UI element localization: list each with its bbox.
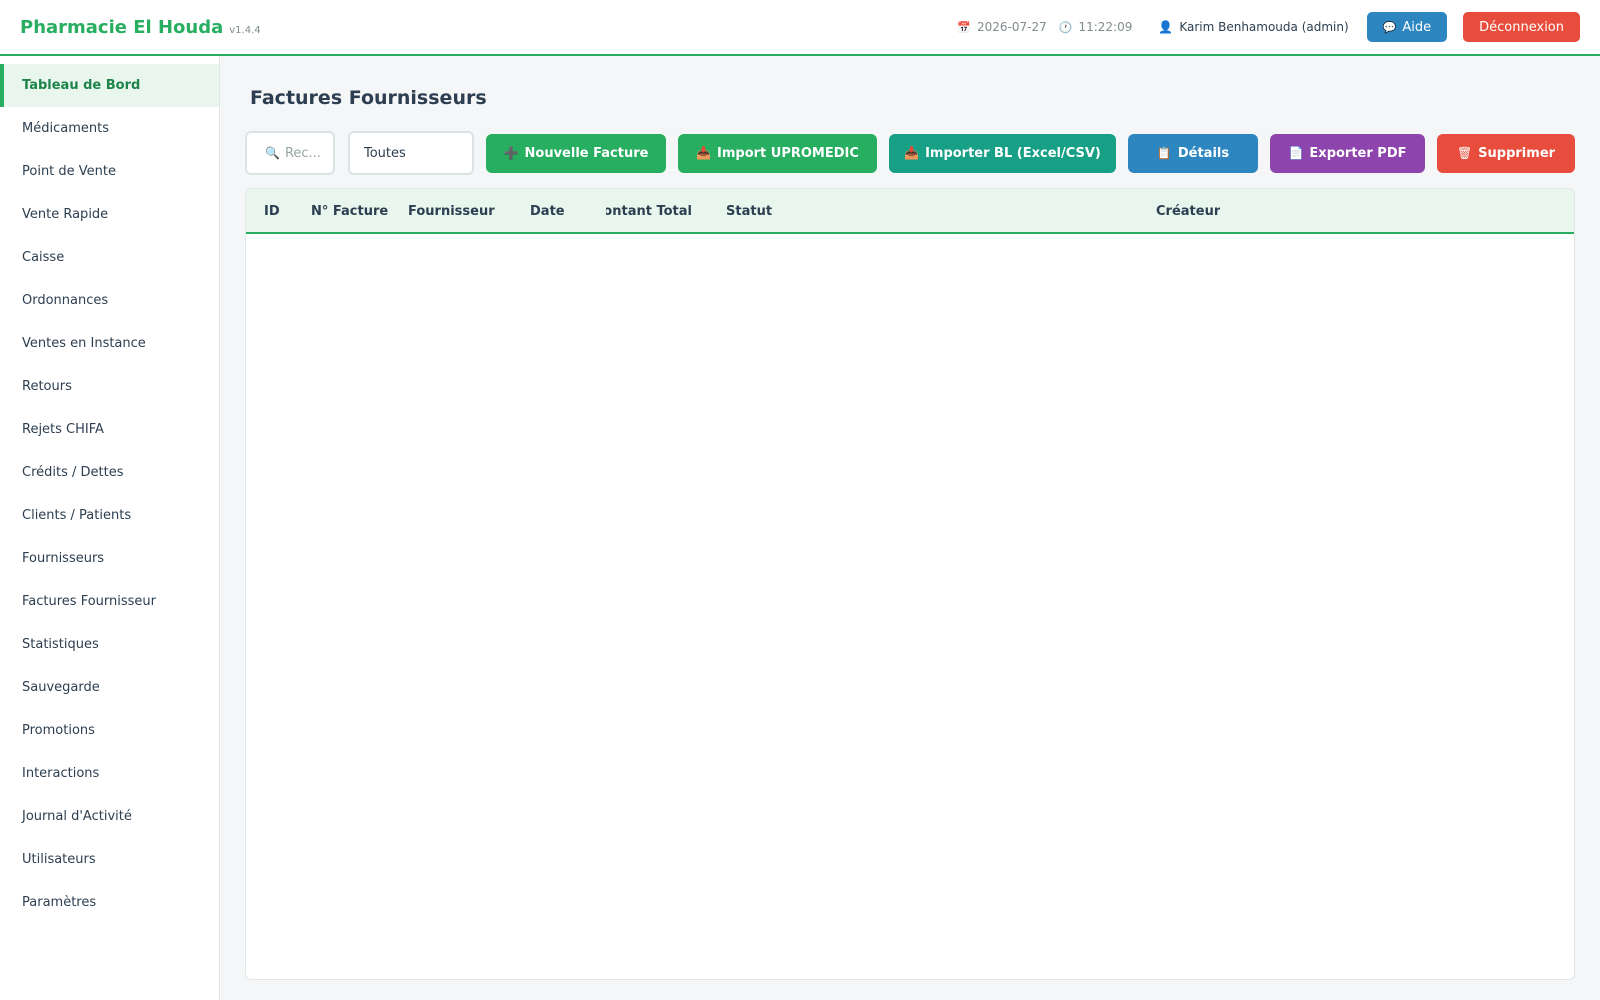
import-upromedic-button[interactable]: 📥 Import UPROMEDIC xyxy=(678,133,877,173)
current-user: 👤 Karim Benhamouda (admin) xyxy=(1158,20,1348,34)
details-label: Détails xyxy=(1177,145,1230,161)
sidebar-item-vente-rapide[interactable]: Vente Rapide xyxy=(0,193,219,236)
inbox-tray-icon: 📥 xyxy=(904,146,920,160)
sidebar-item-rejets-chifa[interactable]: Rejets CHIFA xyxy=(0,408,219,451)
speech-bubble-icon: 💬 xyxy=(1382,20,1397,34)
sidebar-item-label: Médicaments xyxy=(22,121,109,136)
sidebar-item-label: Fournisseurs xyxy=(22,551,105,566)
sidebar-item-label: Point de Vente xyxy=(22,164,117,179)
calendar-icon: 📅 xyxy=(957,20,971,34)
wastebasket-icon: 🗑 xyxy=(1456,146,1473,160)
search-field[interactable]: 🔍 xyxy=(245,131,335,175)
magnifier-icon: 🔍 xyxy=(265,146,280,160)
sidebar-item-label: Vente Rapide xyxy=(22,207,109,222)
export-pdf-button[interactable]: 📄 Exporter PDF xyxy=(1270,133,1425,173)
sidebar-item-fournisseurs[interactable]: Fournisseurs xyxy=(0,537,219,580)
sidebar-item-label: Caisse xyxy=(22,250,65,265)
sidebar-item-label: Retours xyxy=(22,379,72,394)
filter-value: Toutes xyxy=(364,145,406,161)
sidebar-item-medicaments[interactable]: Médicaments xyxy=(0,107,219,150)
sidebar-item-label: Statistiques xyxy=(22,637,99,652)
sidebar-item-label: Journal d'Activité xyxy=(22,809,132,824)
invoices-table: ID N° Facture Fournisseur Date Montant T… xyxy=(245,188,1575,980)
help-label: Aide xyxy=(1402,19,1432,35)
page-title: Factures Fournisseurs xyxy=(250,87,487,109)
export-pdf-label: Exporter PDF xyxy=(1309,145,1407,161)
time-display: 🕐 11:22:09 xyxy=(1059,20,1133,34)
sidebar-item-promotions[interactable]: Promotions xyxy=(0,709,219,752)
import-bl-button[interactable]: 📥 Importer BL (Excel/CSV) xyxy=(889,133,1116,173)
plus-icon: ➕ xyxy=(503,146,519,160)
import-bl-label: Importer BL (Excel/CSV) xyxy=(925,145,1101,161)
clock-icon: 🕐 xyxy=(1058,20,1073,34)
status-filter-select[interactable]: Toutes xyxy=(348,131,474,175)
sidebar-item-caisse[interactable]: Caisse xyxy=(0,236,219,279)
sidebar-item-label: Crédits / Dettes xyxy=(22,465,124,480)
column-header-invoice-number[interactable]: N° Facture xyxy=(311,204,388,219)
sidebar-item-factures-fournisseur[interactable]: Factures Fournisseur xyxy=(0,580,219,623)
sidebar-item-label: Promotions xyxy=(22,723,95,738)
app-name: Pharmacie El Houda xyxy=(20,16,224,38)
sidebar-item-ordonnances[interactable]: Ordonnances xyxy=(0,279,219,322)
new-invoice-button[interactable]: ➕ Nouvelle Facture xyxy=(486,133,666,173)
sidebar-item-sauvegarde[interactable]: Sauvegarde xyxy=(0,666,219,709)
import-upromedic-label: Import UPROMEDIC xyxy=(717,145,859,161)
current-date: 2026-07-27 xyxy=(977,20,1047,34)
logout-label: Déconnexion xyxy=(1479,19,1564,35)
header-right: 📅 2026-07-27 🕐 11:22:09 👤 Karim Benhamou… xyxy=(957,12,1580,42)
sidebar-item-label: Utilisateurs xyxy=(22,852,96,867)
inbox-tray-icon: 📥 xyxy=(696,146,712,160)
date-display: 📅 2026-07-27 xyxy=(957,20,1046,34)
sidebar-item-utilisateurs[interactable]: Utilisateurs xyxy=(0,838,219,881)
clipboard-icon: 📋 xyxy=(1156,146,1172,160)
sidebar-item-label: Sauvegarde xyxy=(22,680,100,695)
sidebar-item-label: Clients / Patients xyxy=(22,508,132,523)
brand: Pharmacie El Houda v1.4.4 xyxy=(20,17,261,38)
sidebar-item-ventes-en-instance[interactable]: Ventes en Instance xyxy=(0,322,219,365)
sidebar-item-parametres[interactable]: Paramètres xyxy=(0,881,219,924)
column-header-status[interactable]: Statut xyxy=(726,204,772,219)
column-header-date[interactable]: Date xyxy=(530,204,565,219)
column-header-creator[interactable]: Créateur xyxy=(1156,204,1220,219)
sidebar-item-label: Tableau de Bord xyxy=(22,78,141,93)
delete-button[interactable]: 🗑 Supprimer xyxy=(1437,133,1575,173)
top-header: Pharmacie El Houda v1.4.4 📅 2026-07-27 🕐… xyxy=(0,0,1600,56)
sidebar-item-tableau-de-bord[interactable]: Tableau de Bord xyxy=(0,64,219,107)
sidebar: Tableau de Bord Médicaments Point de Ven… xyxy=(0,56,220,1000)
delete-label: Supprimer xyxy=(1478,145,1556,161)
document-icon: 📄 xyxy=(1288,146,1304,160)
sidebar-item-statistiques[interactable]: Statistiques xyxy=(0,623,219,666)
sidebar-item-label: Ventes en Instance xyxy=(22,336,146,351)
sidebar-item-label: Factures Fournisseur xyxy=(22,594,156,609)
sidebar-item-retours[interactable]: Retours xyxy=(0,365,219,408)
logout-button[interactable]: Déconnexion xyxy=(1463,12,1580,42)
sidebar-item-credits-dettes[interactable]: Crédits / Dettes xyxy=(0,451,219,494)
new-invoice-label: Nouvelle Facture xyxy=(524,145,649,161)
sidebar-item-journal-activite[interactable]: Journal d'Activité xyxy=(0,795,219,838)
sidebar-item-label: Rejets CHIFA xyxy=(22,422,104,437)
user-icon: 👤 xyxy=(1158,20,1174,34)
search-input[interactable] xyxy=(284,145,335,161)
table-header: ID N° Facture Fournisseur Date Montant T… xyxy=(246,189,1574,234)
current-time: 11:22:09 xyxy=(1078,20,1133,34)
sidebar-item-point-de-vente[interactable]: Point de Vente xyxy=(0,150,219,193)
help-button[interactable]: 💬 Aide xyxy=(1366,12,1448,42)
toolbar: 🔍 Toutes ➕ Nouvelle Facture 📥 Import UPR… xyxy=(245,131,1575,175)
main-content: Factures Fournisseurs 🔍 Toutes ➕ Nouvell… xyxy=(220,56,1600,1000)
column-header-total-amount[interactable]: Montant Total xyxy=(606,204,692,219)
column-header-id[interactable]: ID xyxy=(264,204,280,219)
details-button[interactable]: 📋 Détails xyxy=(1128,133,1258,173)
column-header-supplier[interactable]: Fournisseur xyxy=(408,204,495,219)
user-name: Karim Benhamouda (admin) xyxy=(1179,20,1349,34)
sidebar-item-label: Paramètres xyxy=(22,895,97,910)
sidebar-item-label: Ordonnances xyxy=(22,293,109,308)
sidebar-item-clients-patients[interactable]: Clients / Patients xyxy=(0,494,219,537)
sidebar-item-label: Interactions xyxy=(22,766,100,781)
sidebar-item-interactions[interactable]: Interactions xyxy=(0,752,219,795)
app-version: v1.4.4 xyxy=(229,24,261,36)
